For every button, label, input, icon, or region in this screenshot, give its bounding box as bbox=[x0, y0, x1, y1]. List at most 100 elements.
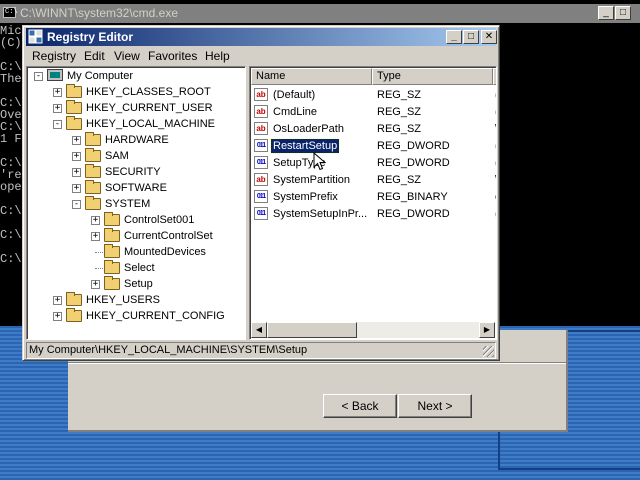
folder-icon bbox=[104, 260, 120, 274]
folder-icon bbox=[66, 84, 82, 98]
scroll-left-icon[interactable]: ◀ bbox=[251, 322, 267, 338]
tree-node[interactable]: + HKEY_CLASSES_ROOT bbox=[27, 84, 245, 100]
menu-help[interactable]: Help bbox=[205, 49, 230, 63]
tree-node[interactable]: + HARDWARE bbox=[27, 132, 245, 148]
regedit-close-button[interactable]: ✕ bbox=[481, 30, 497, 44]
regedit-titlebar[interactable]: Registry Editor _ □ ✕ bbox=[26, 28, 497, 46]
expand-icon[interactable]: + bbox=[91, 216, 100, 225]
tree-node-label: SOFTWARE bbox=[105, 182, 167, 194]
folder-icon bbox=[85, 132, 101, 146]
menu-bar: Registry Edit View Favorites Help bbox=[26, 47, 496, 65]
cmd-titlebar[interactable]: C:\ C:\WINNT\system32\cmd.exe _ □ bbox=[0, 4, 640, 23]
cmd-icon: C:\ bbox=[3, 7, 18, 18]
folder-icon bbox=[85, 164, 101, 178]
value-row[interactable]: 011SetupTypeREG_DWORD( bbox=[251, 155, 496, 171]
menu-favorites[interactable]: Favorites bbox=[148, 49, 197, 63]
value-row[interactable]: 011 SystemSetupInPr... REG_DWORD ( bbox=[251, 206, 496, 222]
value-row[interactable]: ab OsLoaderPath REG_SZ \ bbox=[251, 121, 496, 137]
tree-node-label: HARDWARE bbox=[105, 134, 169, 146]
tree-node[interactable]: - HKEY_LOCAL_MACHINE bbox=[27, 116, 245, 132]
value-name: (Default) bbox=[273, 89, 316, 101]
binary-value-icon: 011 bbox=[254, 190, 268, 203]
collapse-icon[interactable]: - bbox=[53, 120, 62, 129]
column-header-data[interactable]: D bbox=[493, 68, 496, 85]
tree-node-label: HKEY_CURRENT_CONFIG bbox=[86, 310, 225, 322]
status-path: My Computer\HKEY_LOCAL_MACHINE\SYSTEM\Se… bbox=[29, 344, 308, 356]
value-data: \ bbox=[495, 174, 496, 186]
menu-view[interactable]: View bbox=[114, 49, 140, 63]
expand-icon[interactable]: + bbox=[53, 296, 62, 305]
tree-node[interactable]: + CurrentControlSet bbox=[27, 228, 245, 244]
value-row[interactable]: ab SystemPartition REG_SZ \ bbox=[251, 172, 496, 188]
value-data: c bbox=[495, 191, 496, 203]
value-type: REG_DWORD bbox=[377, 140, 450, 152]
tree-node[interactable]: MountedDevices bbox=[27, 244, 245, 260]
tree-node[interactable]: + SOFTWARE bbox=[27, 180, 245, 196]
expand-icon[interactable]: + bbox=[72, 184, 81, 193]
value-name: SystemPartition bbox=[273, 174, 351, 186]
tree-node-label: HKEY_USERS bbox=[86, 294, 160, 306]
column-header-type[interactable]: Type bbox=[372, 68, 493, 85]
value-row[interactable]: ab (Default) REG_SZ ( bbox=[251, 87, 496, 103]
expand-icon[interactable]: + bbox=[53, 88, 62, 97]
binary-value-icon: 011 bbox=[254, 139, 268, 152]
cmd-minimize-button[interactable]: _ bbox=[598, 6, 614, 20]
tree-node[interactable]: + SAM bbox=[27, 148, 245, 164]
folder-icon bbox=[66, 292, 82, 306]
value-type: REG_BINARY bbox=[377, 191, 448, 203]
value-row[interactable]: ab CmdLine REG_SZ ( bbox=[251, 104, 496, 120]
expand-icon[interactable]: + bbox=[53, 104, 62, 113]
back-button[interactable]: < Back bbox=[323, 394, 397, 418]
tree-node-label: CurrentControlSet bbox=[124, 230, 213, 242]
tree-node[interactable]: + Setup bbox=[27, 276, 245, 292]
tree-node[interactable]: Select bbox=[27, 260, 245, 276]
collapse-icon[interactable]: - bbox=[72, 200, 81, 209]
value-data: \ bbox=[495, 123, 496, 135]
column-header-name[interactable]: Name bbox=[251, 68, 372, 85]
values-list[interactable]: Name Type D ab (Default) REG_SZ (ab CmdLine R… bbox=[249, 66, 497, 340]
menu-registry[interactable]: Registry bbox=[32, 49, 76, 63]
next-button[interactable]: Next > bbox=[398, 394, 472, 418]
expand-icon[interactable]: + bbox=[53, 312, 62, 321]
horizontal-scrollbar[interactable]: ◀ ▶ bbox=[251, 322, 495, 338]
menu-edit[interactable]: Edit bbox=[84, 49, 105, 63]
value-name: RestartSetup bbox=[269, 138, 341, 154]
value-type: REG_SZ bbox=[377, 174, 422, 186]
regedit-maximize-button[interactable]: □ bbox=[463, 30, 479, 44]
tree-node[interactable]: - SYSTEM bbox=[27, 196, 245, 212]
folder-icon bbox=[66, 100, 82, 114]
value-row[interactable]: 011RestartSetup REG_DWORD ( bbox=[251, 138, 496, 154]
resize-grip-icon[interactable] bbox=[483, 346, 494, 357]
expand-icon[interactable]: + bbox=[72, 168, 81, 177]
expand-icon[interactable]: + bbox=[91, 280, 100, 289]
cmd-title: C:\WINNT\system32\cmd.exe bbox=[20, 6, 179, 20]
tree-node[interactable]: + SECURITY bbox=[27, 164, 245, 180]
tree-node[interactable]: - My Computer bbox=[27, 68, 245, 84]
tree-node-label: SYSTEM bbox=[105, 198, 151, 210]
string-value-icon: ab bbox=[254, 88, 268, 101]
tree-node-label: SAM bbox=[105, 150, 129, 162]
tree-node[interactable]: + HKEY_CURRENT_CONFIG bbox=[27, 308, 245, 324]
folder-icon bbox=[66, 308, 82, 322]
regedit-minimize-button[interactable]: _ bbox=[446, 30, 462, 44]
folder-icon bbox=[104, 212, 120, 226]
value-name: CmdLine bbox=[273, 106, 318, 118]
tree-node-label: MountedDevices bbox=[124, 246, 206, 258]
binary-value-icon: 011 bbox=[254, 156, 268, 169]
tree-node-label: Setup bbox=[124, 278, 153, 290]
tree-node[interactable]: + HKEY_USERS bbox=[27, 292, 245, 308]
scroll-thumb[interactable] bbox=[267, 322, 357, 338]
folder-icon bbox=[104, 244, 120, 258]
expand-icon[interactable]: + bbox=[72, 152, 81, 161]
computer-icon bbox=[47, 69, 63, 81]
value-type: REG_SZ bbox=[377, 106, 422, 118]
registry-tree[interactable]: - My Computer + HKEY_CLASSES_ROOT + HKEY_CURR… bbox=[26, 66, 246, 340]
value-row[interactable]: 011 SystemPrefix REG_BINARY c bbox=[251, 189, 496, 205]
cmd-maximize-button[interactable]: □ bbox=[615, 6, 631, 20]
tree-node[interactable]: + ControlSet001 bbox=[27, 212, 245, 228]
expand-icon[interactable]: + bbox=[91, 232, 100, 241]
expand-icon[interactable]: + bbox=[72, 136, 81, 145]
tree-node[interactable]: + HKEY_CURRENT_USER bbox=[27, 100, 245, 116]
collapse-icon[interactable]: - bbox=[34, 72, 43, 81]
scroll-right-icon[interactable]: ▶ bbox=[479, 322, 495, 338]
